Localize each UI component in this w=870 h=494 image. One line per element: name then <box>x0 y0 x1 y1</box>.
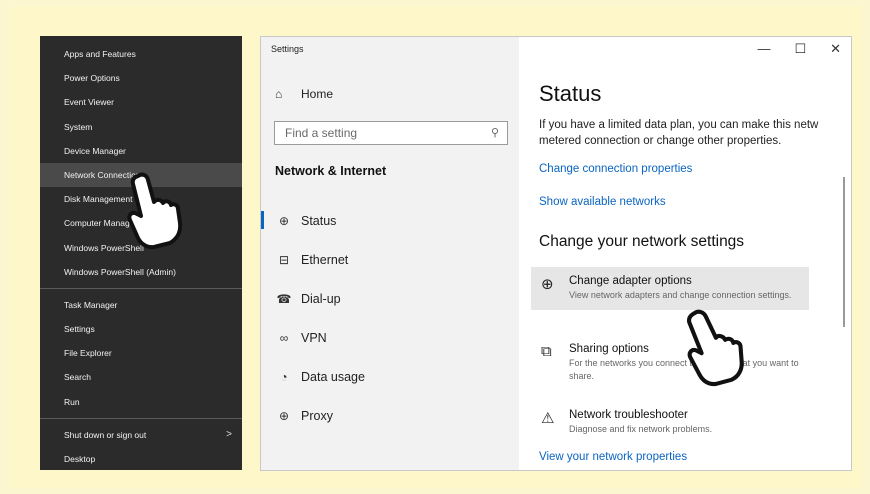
winx-separator <box>40 287 242 289</box>
change-connection-properties-link[interactable]: Change connection properties <box>539 163 692 175</box>
window-controls: — ☐ ✕ <box>757 41 841 57</box>
change-adapter-options[interactable]: ⊕ Change adapter options View network ad… <box>531 267 809 310</box>
winx-item-power-options[interactable]: Power Options <box>40 66 242 90</box>
scrollbar[interactable] <box>843 177 845 327</box>
winx-separator <box>40 417 242 419</box>
option-description: Diagnose and fix network problems. <box>569 424 713 434</box>
settings-window: Settings ⌂ Home Find a setting ⚲ Network… <box>260 36 852 471</box>
home-icon: ⌂ <box>275 87 283 101</box>
winx-item-apps-and-features[interactable]: Apps and Features <box>40 42 242 66</box>
winx-group-1: Apps and Features Power Options Event Vi… <box>40 42 242 284</box>
search-icon: ⚲ <box>490 127 499 139</box>
close-button[interactable]: ✕ <box>830 41 841 57</box>
maximize-button[interactable]: ☐ <box>794 41 806 57</box>
description-line: metered connection or change other prope… <box>539 135 782 147</box>
proxy-icon: ⊕ <box>278 408 290 423</box>
winx-item-run[interactable]: Run <box>40 390 242 414</box>
search-input[interactable]: Find a setting ⚲ <box>274 121 508 145</box>
winx-item-computer-management[interactable]: Computer Management <box>40 211 242 235</box>
nav-item-data-usage[interactable]: ◔ Data usage <box>261 357 519 396</box>
chevron-right-icon: > <box>226 428 232 440</box>
section-title: Network & Internet <box>275 164 387 178</box>
minimize-button[interactable]: — <box>757 41 770 57</box>
winx-item-file-explorer[interactable]: File Explorer <box>40 341 242 365</box>
option-description: For the networks you connect to, decide … <box>569 358 799 381</box>
winx-item-device-manager[interactable]: Device Manager <box>40 139 242 163</box>
vpn-icon: ∞ <box>279 330 289 345</box>
option-title: Network troubleshooter <box>569 409 688 421</box>
nav-item-proxy[interactable]: ⊕ Proxy <box>261 396 519 435</box>
nav-item-status[interactable]: ⊕ Status <box>261 201 519 240</box>
page-title: Status <box>539 81 602 106</box>
winx-group-2: Task Manager Settings File Explorer Sear… <box>40 293 242 414</box>
view-network-properties-link[interactable]: View your network properties <box>539 451 687 463</box>
nav-item-label: Data usage <box>301 369 365 384</box>
winx-item-task-manager[interactable]: Task Manager <box>40 293 242 317</box>
winx-item-event-viewer[interactable]: Event Viewer <box>40 90 242 114</box>
sharing-options[interactable]: ⧉ Sharing options For the networks you c… <box>531 335 809 391</box>
globe-icon: ⊕ <box>278 213 290 228</box>
status-description: If you have a limited data plan, you can… <box>539 117 851 149</box>
winx-item-label: Shut down or sign out <box>64 429 147 440</box>
window-title: Settings <box>271 44 304 54</box>
section-subheading: Change your network settings <box>539 233 745 250</box>
nav-item-label: Proxy <box>301 408 333 423</box>
adapter-icon: ⊕ <box>541 276 554 293</box>
nav-item-label: Status <box>301 213 337 228</box>
network-troubleshooter[interactable]: ⚠ Network troubleshooter Diagnose and fi… <box>531 401 809 444</box>
nav-item-label: Ethernet <box>301 252 349 267</box>
winx-item-disk-management[interactable]: Disk Management <box>40 187 242 211</box>
option-title: Sharing options <box>569 343 649 355</box>
winx-menu: Apps and Features Power Options Event Vi… <box>40 36 242 470</box>
option-title: Change adapter options <box>569 275 692 287</box>
home-label: Home <box>301 87 334 101</box>
nav-item-ethernet[interactable]: ⊟ Ethernet <box>261 240 519 279</box>
dialup-icon: ☎ <box>276 291 292 306</box>
winx-item-windows-powershell[interactable]: Windows PowerShell <box>40 236 242 260</box>
nav-item-vpn[interactable]: ∞ VPN <box>261 318 519 357</box>
winx-item-desktop[interactable]: Desktop <box>40 447 242 471</box>
option-description: View network adapters and change connect… <box>569 290 792 300</box>
winx-item-search[interactable]: Search <box>40 365 242 389</box>
winx-item-network-connections[interactable]: Network Connections <box>40 162 242 188</box>
description-line: If you have a limited data plan, you can… <box>539 119 819 131</box>
settings-left-pane: Settings ⌂ Home Find a setting ⚲ Network… <box>261 37 519 470</box>
show-available-networks-link[interactable]: Show available networks <box>539 196 666 208</box>
sharing-icon: ⧉ <box>541 343 552 360</box>
ethernet-icon: ⊟ <box>278 252 290 267</box>
winx-item-windows-powershell-admin[interactable]: Windows PowerShell (Admin) <box>40 260 242 284</box>
home-nav-item[interactable]: ⌂ Home <box>275 87 333 101</box>
nav-item-dial-up[interactable]: ☎ Dial-up <box>261 279 519 318</box>
search-placeholder: Find a setting <box>285 126 358 140</box>
settings-nav: ⊕ Status ⊟ Ethernet ☎ Dial-up ∞ VPN ◔ Da… <box>261 201 519 435</box>
nav-item-label: Dial-up <box>301 291 341 306</box>
winx-item-system[interactable]: System <box>40 115 242 139</box>
winx-group-3: Shut down or sign out > Desktop <box>40 423 242 471</box>
winx-item-shut-down[interactable]: Shut down or sign out > <box>40 423 242 447</box>
settings-content-pane: — ☐ ✕ Status If you have a limited data … <box>519 37 851 470</box>
warning-icon: ⚠ <box>541 410 555 427</box>
nav-item-label: VPN <box>301 330 327 345</box>
data-usage-icon: ◔ <box>280 369 288 384</box>
winx-item-settings[interactable]: Settings <box>40 317 242 341</box>
